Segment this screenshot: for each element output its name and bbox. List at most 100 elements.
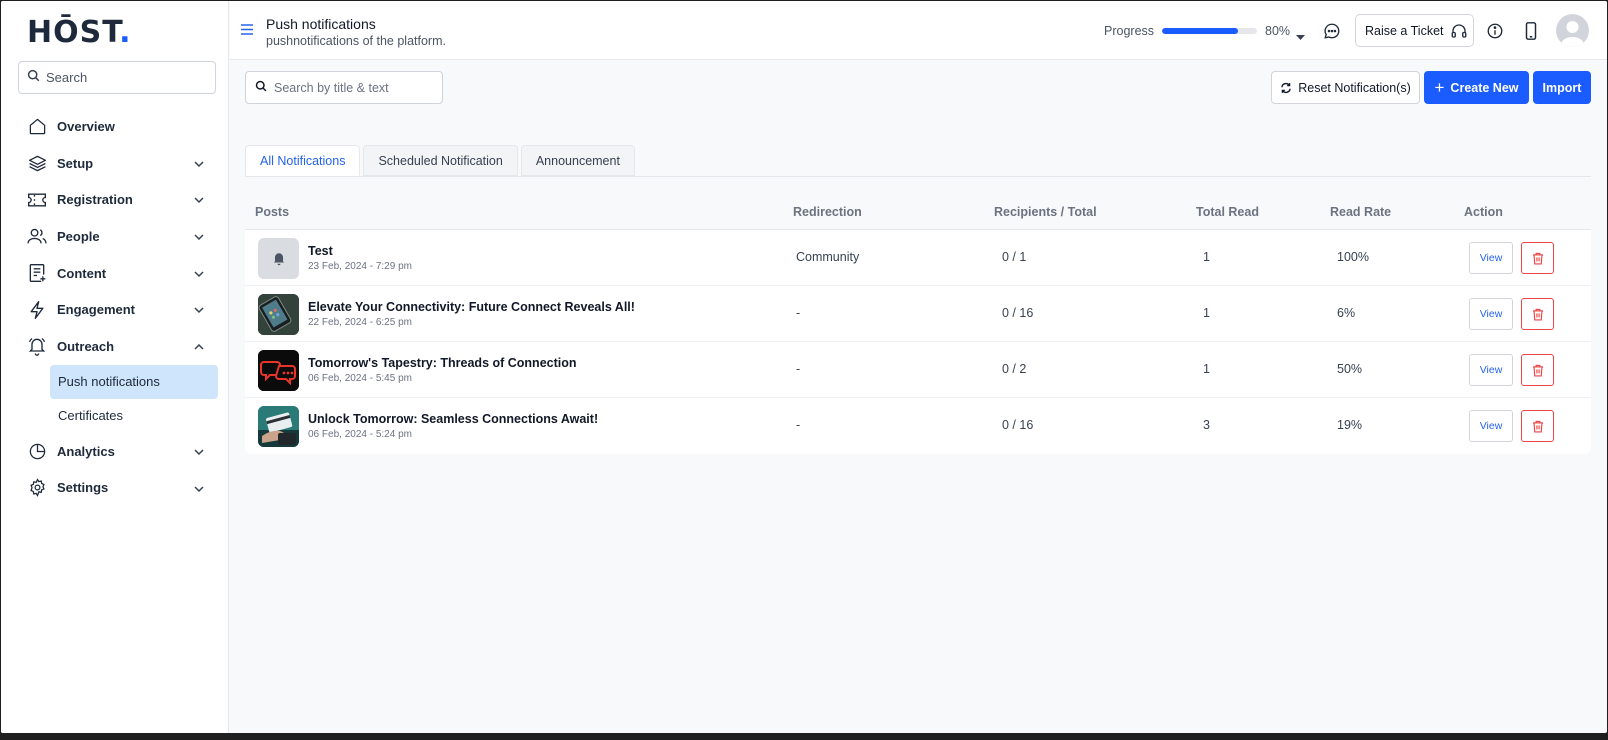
read-rate-value: 19%: [1337, 418, 1363, 432]
post-title[interactable]: Elevate Your Connectivity: Future Connec…: [308, 300, 635, 314]
chevron-down-icon: [193, 267, 205, 285]
reset-notifications-button[interactable]: Reset Notification(s): [1271, 71, 1420, 104]
view-button[interactable]: View: [1469, 242, 1513, 274]
sidebar-item-setup[interactable]: Setup: [1, 145, 229, 182]
chevron-down-icon: [193, 230, 205, 248]
table-row: Unlock Tomorrow: Seamless Connections Aw…: [245, 398, 1591, 454]
sidebar-item-analytics[interactable]: Analytics: [1, 433, 229, 470]
total-read-value: 1: [1203, 250, 1210, 264]
column-header-read-rate: Read Rate: [1330, 205, 1392, 219]
chevron-down-icon: [193, 157, 205, 175]
hamburger-menu-icon[interactable]: [240, 23, 254, 41]
post-title[interactable]: Unlock Tomorrow: Seamless Connections Aw…: [308, 412, 598, 426]
home-icon: [27, 116, 47, 136]
table-row: Tomorrow's Tapestry: Threads of Connecti…: [245, 342, 1591, 398]
notification-search-input[interactable]: [274, 80, 439, 95]
trash-icon: [1532, 308, 1543, 320]
post-title[interactable]: Tomorrow's Tapestry: Threads of Connecti…: [308, 356, 577, 370]
bell-icon: [273, 253, 284, 266]
sidebar-item-settings[interactable]: Settings: [1, 470, 229, 507]
bolt-icon: [27, 300, 47, 320]
plus-icon: +: [1434, 78, 1445, 97]
trash-icon: [1532, 364, 1543, 376]
sidebar-item-label: Setup: [57, 155, 94, 171]
progress-bar-fill: [1162, 28, 1238, 34]
notification-thumbnail: [258, 238, 299, 279]
total-read-value: 1: [1203, 362, 1210, 376]
logo[interactable]: HŌST.: [27, 15, 132, 50]
chevron-down-icon: [193, 193, 205, 211]
logo-text: HŌST: [27, 15, 120, 50]
sidebar: HŌST. Overview Setup Registration: [1, 1, 229, 733]
delete-button[interactable]: [1521, 242, 1554, 274]
sidebar-search-input[interactable]: [46, 70, 206, 85]
read-rate-value: 50%: [1337, 362, 1363, 376]
notifications-table: Posts Redirection Recipients / Total Tot…: [245, 195, 1591, 454]
sidebar-item-people[interactable]: People: [1, 218, 229, 255]
sidebar-subitem-push-notifications[interactable]: Push notifications: [50, 364, 218, 399]
recipients-value: 0 / 16: [1002, 306, 1034, 320]
app-window: HŌST. Overview Setup Registration: [1, 1, 1607, 733]
sidebar-item-outreach[interactable]: Outreach: [1, 328, 229, 365]
column-header-posts: Posts: [255, 205, 290, 219]
chat-bubble-icon[interactable]: [1323, 22, 1341, 45]
sidebar-item-overview[interactable]: Overview: [1, 108, 229, 145]
redirection-value: -: [796, 418, 801, 432]
table-row: Elevate Your Connectivity: Future Connec…: [245, 286, 1591, 342]
document-plus-icon: [27, 263, 47, 283]
search-icon: [27, 69, 40, 87]
post-title[interactable]: Test: [308, 244, 333, 258]
tab-scheduled-notification[interactable]: Scheduled Notification: [363, 145, 518, 176]
progress-label: Progress: [1104, 24, 1155, 38]
read-rate-value: 100%: [1337, 250, 1369, 264]
pie-chart-icon: [27, 441, 47, 461]
view-button[interactable]: View: [1469, 298, 1513, 330]
create-new-button[interactable]: + Create New: [1424, 71, 1529, 104]
top-header: Push notifications pushnotifications of …: [230, 1, 1607, 60]
sidebar-item-registration[interactable]: Registration: [1, 181, 229, 218]
notification-thumbnail: [258, 350, 299, 391]
total-read-value: 3: [1203, 418, 1210, 432]
redirection-value: Community: [796, 250, 860, 264]
progress-bar: [1162, 28, 1257, 34]
chevron-down-icon: [193, 303, 205, 321]
table-header: Posts Redirection Recipients / Total Tot…: [245, 195, 1591, 230]
info-icon[interactable]: [1486, 22, 1504, 45]
avatar[interactable]: [1556, 14, 1589, 47]
users-icon: [27, 226, 47, 246]
card-payment-image-icon: [258, 406, 299, 447]
delete-button[interactable]: [1521, 354, 1554, 386]
view-button[interactable]: View: [1469, 354, 1513, 386]
notification-thumbnail: [258, 406, 299, 447]
post-date: 23 Feb, 2024 - 7:29 pm: [308, 261, 412, 272]
tab-all-notifications[interactable]: All Notifications: [245, 145, 361, 176]
delete-button[interactable]: [1521, 410, 1554, 442]
tab-announcement[interactable]: Announcement: [520, 145, 635, 176]
caret-down-icon[interactable]: [1296, 28, 1305, 46]
view-button[interactable]: View: [1469, 410, 1513, 442]
bell-icon: [27, 336, 47, 357]
user-silhouette-icon: [1560, 21, 1585, 47]
column-header-action: Action: [1464, 205, 1503, 219]
sidebar-subitem-certificates[interactable]: Certificates: [50, 399, 218, 433]
mobile-device-icon[interactable]: [1524, 22, 1538, 45]
chevron-up-icon: [193, 340, 205, 358]
layers-icon: [27, 153, 47, 173]
column-header-total-read: Total Read: [1196, 205, 1259, 219]
import-button[interactable]: Import: [1533, 71, 1591, 104]
raise-ticket-button[interactable]: Raise a Ticket: [1355, 14, 1474, 47]
redirection-value: -: [796, 362, 801, 376]
read-rate-value: 6%: [1337, 306, 1356, 320]
sidebar-item-label: Analytics: [57, 443, 115, 459]
post-date: 06 Feb, 2024 - 5:24 pm: [308, 429, 412, 440]
create-label: Create New: [1450, 80, 1519, 95]
refresh-icon: [1281, 82, 1292, 93]
notification-thumbnail: [258, 294, 299, 335]
delete-button[interactable]: [1521, 298, 1554, 330]
neon-chat-image-icon: [258, 350, 299, 391]
logo-dot: .: [119, 15, 132, 50]
sidebar-item-label: Engagement: [57, 302, 136, 318]
sidebar-item-content[interactable]: Content: [1, 255, 229, 292]
ticket-icon: [27, 190, 47, 210]
sidebar-item-engagement[interactable]: Engagement: [1, 291, 229, 328]
